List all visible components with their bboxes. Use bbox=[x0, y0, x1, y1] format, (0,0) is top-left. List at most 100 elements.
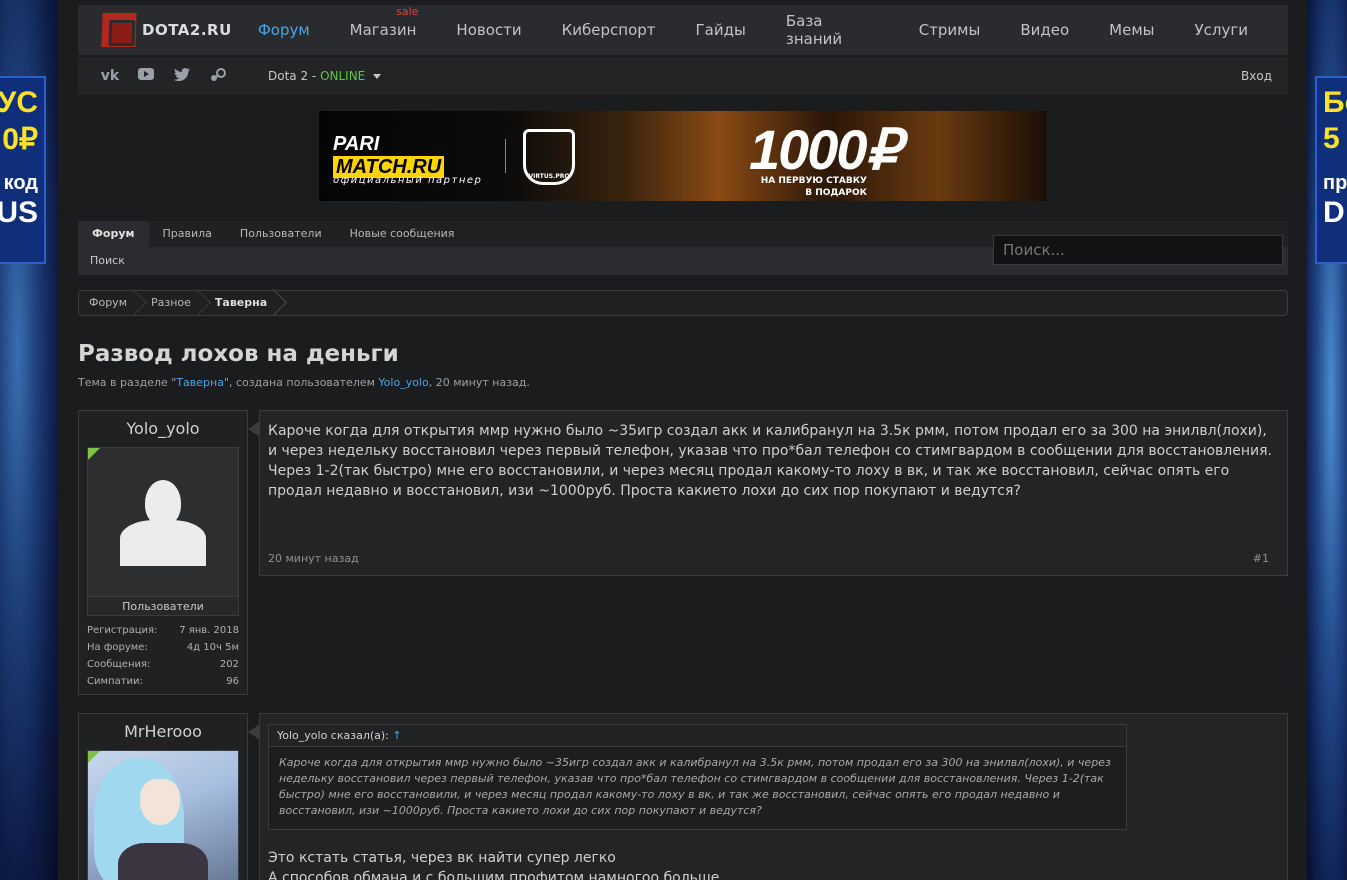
logo-text: DOTA2.RU bbox=[142, 21, 232, 39]
virtus-pro-logo-icon: VIRTUS.PRO bbox=[523, 129, 575, 185]
stat-value: 96 bbox=[226, 676, 239, 687]
nav-esports[interactable]: Киберспорт bbox=[562, 21, 656, 39]
nav-news[interactable]: Новости bbox=[456, 21, 521, 39]
stat-label: Симпатии: bbox=[87, 676, 143, 687]
stat-row: Симпатии: 96 bbox=[87, 673, 239, 690]
online-indicator bbox=[88, 448, 100, 460]
post-author-card: Yolo_yolo Пользователи Регистрация: 7 янв… bbox=[78, 410, 248, 695]
status-online: ONLINE bbox=[320, 69, 366, 83]
ad-amount: 1000₽ bbox=[749, 118, 901, 181]
nav-video[interactable]: Видео bbox=[1020, 21, 1069, 39]
ad-divider bbox=[505, 139, 506, 173]
avatar-art-face bbox=[140, 779, 180, 825]
post-text: Это кстать статья, через вк найти супер … bbox=[260, 830, 1287, 880]
online-indicator bbox=[88, 751, 100, 763]
left-side-ad[interactable]: УС 0₽ код US bbox=[0, 0, 58, 880]
meta-author-link[interactable]: Yolo_yolo bbox=[378, 376, 428, 389]
quote-jump-arrow-icon[interactable]: ↑ bbox=[392, 729, 401, 742]
search-link[interactable]: Поиск bbox=[90, 254, 125, 267]
stat-value: 4д 10ч 5м bbox=[186, 642, 239, 653]
left-promo-line4: US bbox=[0, 196, 38, 229]
post-text: Кароче когда для открытия ммр нужно было… bbox=[268, 423, 1272, 499]
stat-value: 202 bbox=[219, 659, 239, 670]
nav-streams[interactable]: Стримы bbox=[919, 21, 981, 39]
post-footer: 20 минут назад #1 bbox=[260, 552, 1287, 565]
stat-value: 7 янв. 2018 bbox=[179, 625, 239, 636]
avatar[interactable] bbox=[87, 447, 239, 597]
post-number-link[interactable]: #1 bbox=[1253, 552, 1269, 565]
stat-label: Сообщения: bbox=[87, 659, 151, 670]
default-avatar-body bbox=[120, 520, 206, 566]
stat-label: Регистрация: bbox=[87, 625, 158, 636]
right-promo-line3: пр bbox=[1323, 172, 1347, 194]
right-promo-line2: 5 bbox=[1323, 122, 1340, 155]
user-stats: Регистрация: 7 янв. 2018 На форуме: 4д 10ч… bbox=[79, 616, 247, 694]
ad-brand-part1: PARI bbox=[333, 133, 380, 155]
nav-forum[interactable]: Форум bbox=[258, 21, 310, 39]
breadcrumb-tavern[interactable]: Таверна bbox=[205, 291, 281, 315]
avatar[interactable] bbox=[87, 750, 239, 880]
stat-row: Регистрация: 7 янв. 2018 bbox=[87, 622, 239, 639]
nav-shop[interactable]: Магазин sale bbox=[349, 5, 419, 39]
post-text-line: А способов обмана и с большим профитом н… bbox=[268, 870, 720, 880]
tab-rules[interactable]: Правила bbox=[149, 221, 226, 247]
ad-partner-text: официальный партнер bbox=[333, 175, 483, 186]
nav-guides[interactable]: Гайды bbox=[696, 21, 746, 39]
meta-section-link[interactable]: Таверна bbox=[176, 376, 224, 389]
right-promo-banner[interactable]: Бо 5 пр D bbox=[1315, 76, 1347, 264]
breadcrumb-misc[interactable]: Разное bbox=[141, 291, 205, 315]
ad-subtext-line1: НА ПЕРВУЮ СТАВКУ bbox=[760, 176, 867, 186]
tab-forum[interactable]: Форум bbox=[78, 221, 149, 247]
meta-mid: ", создана пользователем bbox=[223, 376, 379, 389]
search-input[interactable] bbox=[993, 235, 1283, 265]
game-status-dropdown[interactable]: Dota 2 - ONLINE bbox=[268, 69, 382, 83]
post-author-card: MrHerooo bbox=[78, 713, 248, 880]
left-promo-banner[interactable]: УС 0₽ код US bbox=[0, 76, 46, 264]
main-nav: DOTA2.RU Форум Магазин sale Новости Кибер… bbox=[78, 5, 1288, 55]
site-logo[interactable]: DOTA2.RU bbox=[101, 13, 258, 47]
login-link[interactable]: Вход bbox=[1241, 69, 1272, 83]
sub-nav: vk Dota 2 - ONLINE Вход bbox=[78, 57, 1288, 95]
post-message: Yolo_yolo сказал(а): ↑ Кароче когда для … bbox=[248, 713, 1288, 880]
avatar-art-dress bbox=[118, 843, 208, 880]
nav-knowledge-base[interactable]: База знаний bbox=[786, 12, 879, 48]
meta-prefix: Тема в разделе " bbox=[78, 376, 177, 389]
youtube-icon[interactable] bbox=[136, 68, 156, 84]
virtus-pro-text: VIRTUS.PRO bbox=[528, 173, 570, 180]
right-side-ad[interactable]: Бо 5 пр D bbox=[1307, 0, 1347, 880]
tab-new-posts[interactable]: Новые сообщения bbox=[336, 221, 469, 247]
quote-author: Yolo_yolo сказал(а): bbox=[277, 729, 389, 742]
nav-shop-label: Магазин bbox=[349, 21, 417, 39]
nav-services[interactable]: Услуги bbox=[1195, 21, 1248, 39]
ad-subtext: НА ПЕРВУЮ СТАВКУ В ПОДАРОК bbox=[757, 175, 867, 199]
left-promo-line2: 0₽ bbox=[2, 123, 38, 156]
right-promo-line4: D bbox=[1323, 196, 1345, 229]
ad-brand: PARI MATCH.RU bbox=[333, 133, 445, 179]
post-message: Кароче когда для открытия ммр нужно было… bbox=[248, 410, 1288, 576]
author-username[interactable]: Yolo_yolo bbox=[79, 411, 247, 447]
forum-nav: Форум Правила Пользователи Новые сообщен… bbox=[78, 221, 1288, 275]
nav-memes[interactable]: Мемы bbox=[1109, 21, 1154, 39]
post: Yolo_yolo Пользователи Регистрация: 7 янв… bbox=[78, 410, 1288, 700]
user-group-badge: Пользователи bbox=[87, 597, 239, 616]
steam-icon[interactable] bbox=[208, 68, 228, 84]
ad-subtext-line2: В ПОДАРОК bbox=[805, 188, 867, 198]
quote-header: Yolo_yolo сказал(а): ↑ bbox=[269, 725, 1126, 747]
right-promo-line1: Бо bbox=[1323, 86, 1347, 119]
page-wrapper: DOTA2.RU Форум Магазин sale Новости Кибер… bbox=[78, 5, 1288, 880]
post-text-line: Это кстать статья, через вк найти супер … bbox=[268, 850, 616, 866]
sale-badge: sale bbox=[396, 5, 419, 18]
breadcrumb-forum[interactable]: Форум bbox=[79, 291, 141, 315]
stat-row: На форуме: 4д 10ч 5м bbox=[87, 639, 239, 656]
author-username[interactable]: MrHerooo bbox=[79, 714, 247, 750]
tab-users[interactable]: Пользователи bbox=[226, 221, 336, 247]
page-title: Развод лохов на деньги bbox=[78, 341, 399, 367]
post-time-link[interactable]: 20 минут назад bbox=[268, 552, 359, 565]
twitter-icon[interactable] bbox=[172, 68, 192, 84]
post: MrHerooo Yolo_yolo сказал(а): ↑ Кароче к… bbox=[78, 713, 1288, 880]
breadcrumb: Форум Разное Таверна bbox=[78, 290, 1288, 316]
parimatch-ad-banner[interactable]: PARI MATCH.RU официальный партнер VIRTUS.… bbox=[319, 111, 1047, 201]
left-promo-line3: код bbox=[3, 172, 38, 194]
vk-icon[interactable]: vk bbox=[100, 68, 120, 84]
quote-block: Yolo_yolo сказал(а): ↑ Кароче когда для … bbox=[268, 724, 1127, 830]
